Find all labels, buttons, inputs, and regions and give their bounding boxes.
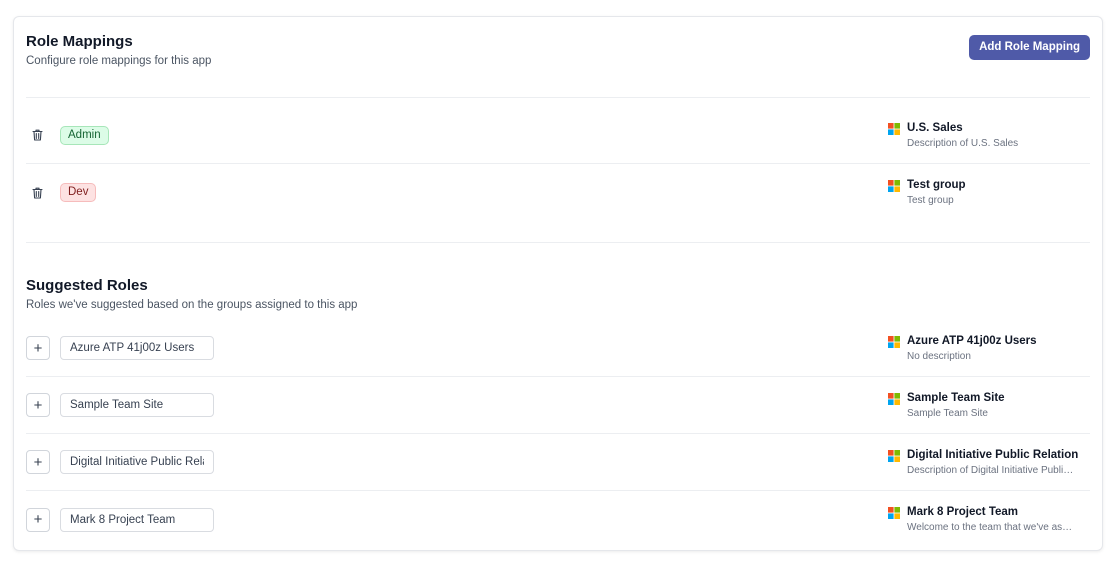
- add-suggested-role-button[interactable]: +: [26, 393, 50, 417]
- group-description: Description of Digital Initiative Public…: [907, 465, 1077, 476]
- trash-icon[interactable]: [26, 124, 48, 146]
- microsoft-group-icon: [888, 450, 900, 462]
- suggested-roles-header: Suggested Roles Roles we've suggested ba…: [26, 276, 1090, 312]
- group-name: Azure ATP 41j00z Users: [907, 335, 1037, 347]
- role-name-input[interactable]: [60, 450, 214, 474]
- group-item: Mark 8 Project Team Welcome to the team …: [888, 505, 1078, 534]
- role-mappings-header: Role Mappings Configure role mappings fo…: [26, 32, 1090, 68]
- group-description: Sample Team Site: [907, 408, 988, 419]
- add-suggested-role-button[interactable]: +: [26, 507, 50, 532]
- group-name: Test group: [907, 179, 966, 191]
- group-item: Test group Test group: [888, 178, 1078, 207]
- role-badge-admin: Admin: [60, 125, 109, 145]
- add-role-mapping-button[interactable]: Add Role Mapping: [969, 35, 1090, 60]
- role-name-input[interactable]: [60, 507, 214, 532]
- add-suggested-role-button[interactable]: +: [26, 336, 50, 360]
- role-mappings-subtitle: Configure role mappings for this app: [26, 55, 212, 67]
- group-item: Digital Initiative Public Relations Desc…: [888, 448, 1078, 477]
- divider: [26, 97, 1090, 98]
- group-item: U.S. Sales Description of U.S. Sales: [888, 121, 1078, 150]
- suggested-roles-title: Suggested Roles: [26, 277, 148, 294]
- role-mappings-card: Role Mappings Configure role mappings fo…: [13, 16, 1103, 551]
- plus-icon: +: [33, 453, 43, 471]
- role-name-input[interactable]: [60, 393, 214, 417]
- group-description: Description of U.S. Sales: [907, 138, 1019, 149]
- group-item: Sample Team Site Sample Team Site: [888, 391, 1078, 420]
- plus-icon: +: [33, 339, 43, 357]
- group-name: Digital Initiative Public Relations: [907, 449, 1078, 461]
- plus-icon: +: [33, 511, 43, 528]
- group-description: No description: [907, 351, 971, 362]
- microsoft-group-icon: [888, 507, 900, 519]
- trash-icon[interactable]: [26, 182, 48, 204]
- microsoft-group-icon: [888, 123, 900, 135]
- microsoft-group-icon: [888, 336, 900, 348]
- group-name: U.S. Sales: [907, 122, 963, 134]
- group-item: Azure ATP 41j00z Users No description: [888, 334, 1078, 363]
- group-name: Sample Team Site: [907, 392, 1005, 404]
- microsoft-group-icon: [888, 180, 900, 192]
- add-suggested-role-button[interactable]: +: [26, 450, 50, 474]
- plus-icon: +: [33, 396, 43, 414]
- group-description: Welcome to the team that we've assembled…: [907, 522, 1077, 533]
- group-name: Mark 8 Project Team: [907, 506, 1019, 518]
- group-description: Test group: [907, 195, 954, 206]
- role-badge-dev: Dev: [60, 183, 97, 202]
- divider: [26, 242, 1090, 243]
- role-name-input[interactable]: [60, 336, 214, 360]
- microsoft-group-icon: [888, 393, 900, 405]
- role-mappings-title: Role Mappings: [26, 33, 133, 50]
- suggested-roles-subtitle: Roles we've suggested based on the group…: [26, 299, 358, 311]
